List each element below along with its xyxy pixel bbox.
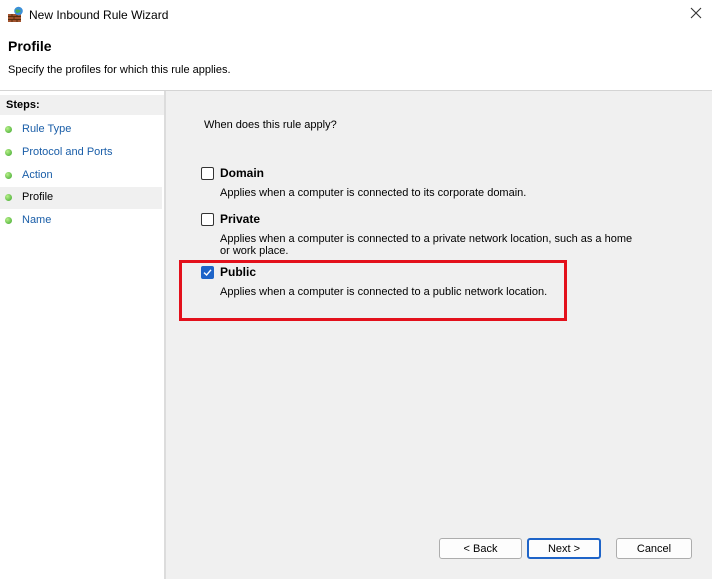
step-profile[interactable]: Profile: [0, 187, 162, 209]
close-icon: [690, 6, 702, 24]
next-button[interactable]: Next >: [527, 538, 601, 559]
option-label[interactable]: Domain: [220, 166, 264, 180]
page-subtitle: Specify the profiles for which this rule…: [8, 64, 231, 76]
domain-checkbox[interactable]: [201, 167, 214, 180]
step-label: Profile: [22, 191, 54, 203]
firewall-icon: [7, 6, 24, 23]
step-status-icon: [5, 217, 12, 224]
option-label[interactable]: Private: [220, 212, 260, 226]
close-button[interactable]: [680, 0, 712, 30]
step-label: Protocol and Ports: [22, 146, 113, 158]
step-status-icon: [5, 149, 12, 156]
step-rule-type[interactable]: Rule Type: [0, 119, 162, 141]
step-label: Rule Type: [22, 123, 72, 135]
step-status-icon: [5, 194, 12, 201]
question-text: When does this rule apply?: [204, 119, 337, 131]
step-name[interactable]: Name: [0, 210, 162, 232]
steps-heading: Steps:: [6, 99, 40, 111]
step-label: Name: [22, 214, 52, 226]
highlight-box: [179, 260, 567, 321]
page-title: Profile: [8, 38, 52, 54]
private-checkbox[interactable]: [201, 213, 214, 226]
step-label: Action: [22, 169, 53, 181]
main-panel: When does this rule apply? Domain Applie…: [166, 91, 712, 579]
option-description: Applies when a computer is connected to …: [220, 233, 633, 257]
back-button[interactable]: < Back: [439, 538, 522, 559]
step-protocol-and-ports[interactable]: Protocol and Ports: [0, 142, 162, 164]
steps-header: Steps:: [0, 95, 164, 115]
step-status-icon: [5, 126, 12, 133]
step-status-icon: [5, 172, 12, 179]
title-bar: New Inbound Rule Wizard: [0, 0, 712, 30]
wizard-header: Profile Specify the profiles for which t…: [0, 30, 712, 90]
step-action[interactable]: Action: [0, 165, 162, 187]
cancel-button[interactable]: Cancel: [616, 538, 692, 559]
window-title: New Inbound Rule Wizard: [29, 8, 169, 22]
steps-sidebar: Steps: Rule Type Protocol and Ports Acti…: [0, 91, 164, 579]
option-description: Applies when a computer is connected to …: [220, 187, 527, 199]
